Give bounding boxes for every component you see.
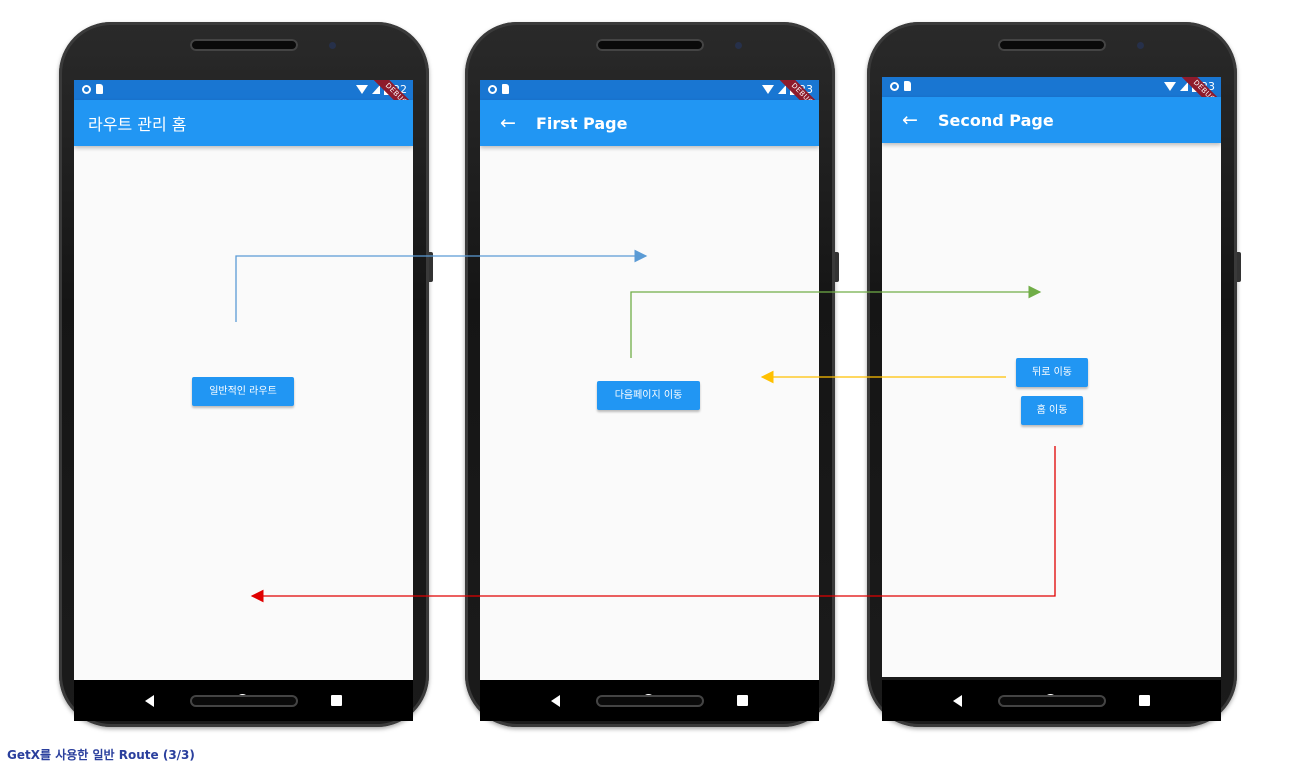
page-title: 라우트 관리 홈	[88, 115, 187, 134]
side-button	[1237, 252, 1241, 282]
notification-circle-icon	[488, 84, 497, 94]
figure-caption: GetX를 사용한 일반 Route (3/3)	[7, 748, 195, 762]
front-camera	[1137, 42, 1144, 49]
nav-recent-icon[interactable]	[331, 695, 342, 706]
status-bar: 23 DEBUG	[882, 77, 1221, 121]
app-bar: ← First Page	[480, 100, 819, 146]
status-bar: 22 DEBUG	[74, 80, 413, 124]
status-bar: 23 DEBUG	[480, 80, 819, 124]
wifi-icon	[1164, 82, 1176, 91]
page-title: Second Page	[938, 110, 1054, 130]
app-bar: 라우트 관리 홈	[74, 100, 413, 146]
notification-circle-icon	[890, 81, 899, 91]
bottom-speaker	[190, 695, 298, 707]
sim-card-icon	[96, 84, 103, 94]
front-camera	[329, 42, 336, 49]
go-back-button[interactable]: 뒤로 이동	[1016, 358, 1088, 387]
side-button	[835, 252, 839, 282]
screen-second-page: 23 DEBUG ← Second Page 뒤로 이동 홈 이동	[882, 77, 1221, 677]
go-home-button[interactable]: 홈 이동	[1021, 396, 1083, 425]
earpiece-speaker	[998, 39, 1106, 51]
sim-card-icon	[904, 81, 911, 91]
bottom-speaker	[596, 695, 704, 707]
general-route-button[interactable]: 일반적인 라우트	[192, 377, 294, 406]
screen-home: 22 DEBUG 라우트 관리 홈 일반적인 라우트	[74, 80, 413, 680]
signal-icon	[778, 85, 786, 94]
wifi-icon	[356, 85, 368, 94]
arrow-back-icon[interactable]: ←	[480, 100, 536, 146]
signal-icon	[372, 85, 380, 94]
app-bar: ← Second Page	[882, 97, 1221, 143]
nav-back-icon[interactable]	[551, 694, 560, 707]
earpiece-speaker	[596, 39, 704, 51]
signal-icon	[1180, 82, 1188, 91]
nav-recent-icon[interactable]	[737, 695, 748, 706]
nav-back-icon[interactable]	[145, 694, 154, 707]
bottom-speaker	[998, 695, 1106, 707]
phone-home: 22 DEBUG 라우트 관리 홈 일반적인 라우트	[59, 22, 433, 727]
arrow-back-icon[interactable]: ←	[882, 97, 938, 143]
wifi-icon	[762, 85, 774, 94]
side-button	[429, 252, 433, 282]
nav-back-icon[interactable]	[953, 694, 962, 707]
next-page-button[interactable]: 다음페이지 이동	[597, 381, 700, 410]
phone-first-page: 23 DEBUG ← First Page 다음페이지 이동	[465, 22, 839, 727]
front-camera	[735, 42, 742, 49]
nav-recent-icon[interactable]	[1139, 695, 1150, 706]
page-title: First Page	[536, 113, 628, 133]
earpiece-speaker	[190, 39, 298, 51]
phone-second-page: 23 DEBUG ← Second Page 뒤로 이동 홈 이동	[867, 22, 1241, 727]
sim-card-icon	[502, 84, 509, 94]
notification-circle-icon	[82, 84, 91, 94]
screen-first-page: 23 DEBUG ← First Page 다음페이지 이동	[480, 80, 819, 680]
